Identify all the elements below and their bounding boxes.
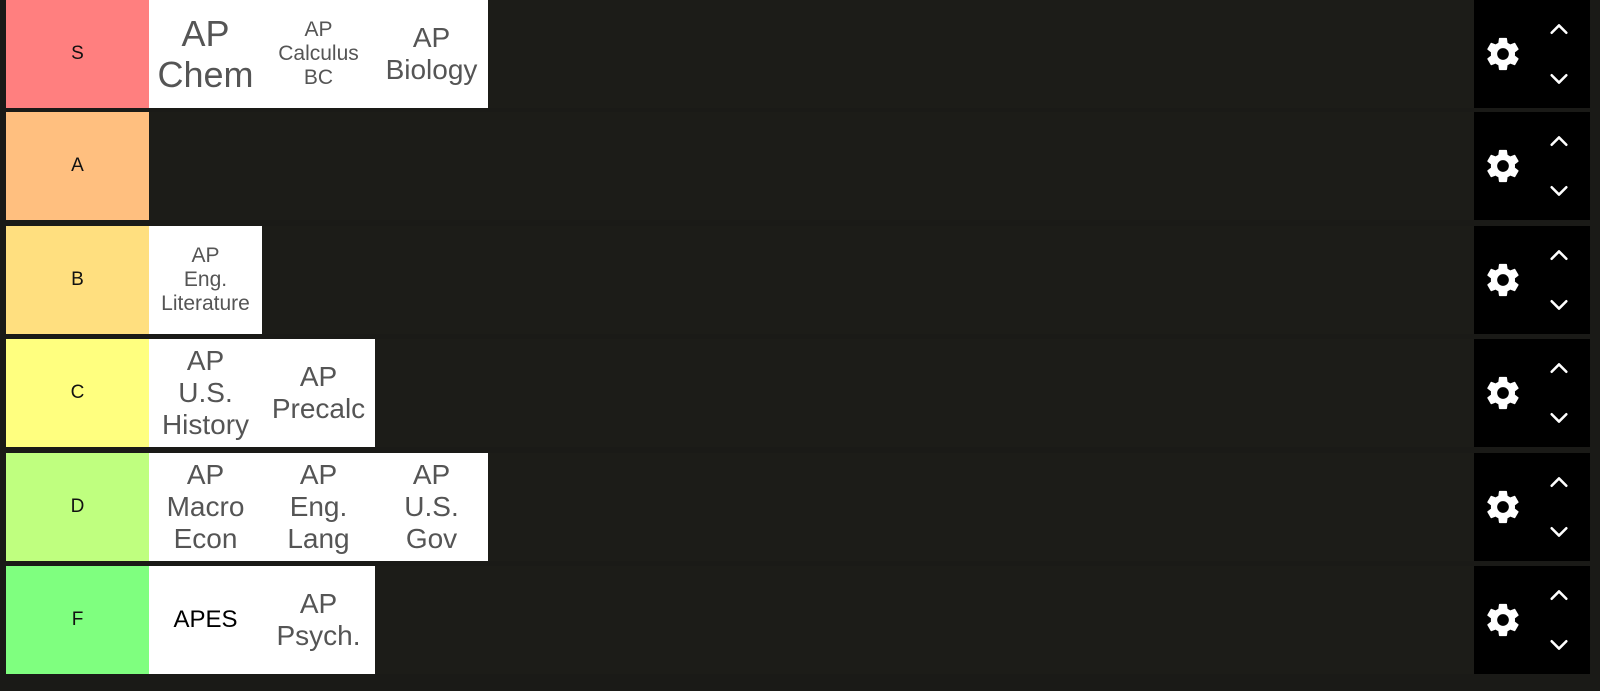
tier-drop-zone[interactable]: AP Chem AP Calculus BC AP Biology xyxy=(149,0,1474,108)
gear-icon[interactable] xyxy=(1482,145,1524,187)
tier-row-d: D AP Macro Econ AP Eng. Lang AP U.S. Gov xyxy=(6,453,1590,561)
gear-icon[interactable] xyxy=(1482,599,1524,641)
chevron-up-icon[interactable] xyxy=(1544,471,1574,495)
chevron-up-icon[interactable] xyxy=(1544,357,1574,381)
tier-item-text: AP Precalc xyxy=(272,361,365,425)
chevron-up-icon[interactable] xyxy=(1544,18,1574,42)
tier-item-card[interactable]: AP Biology xyxy=(375,0,488,108)
chevron-down-icon[interactable] xyxy=(1544,66,1574,90)
tier-drop-zone[interactable]: AP Macro Econ AP Eng. Lang AP U.S. Gov xyxy=(149,453,1474,561)
tier-item-line: AP xyxy=(299,459,338,491)
tier-item-card[interactable]: APES xyxy=(149,566,262,674)
tier-item-card[interactable]: AP Macro Econ xyxy=(149,453,262,561)
tier-row-s: S AP Chem AP Calculus BC AP Biology xyxy=(6,0,1590,108)
tier-item-line: History xyxy=(161,408,250,440)
tier-item-text: AP Psych. xyxy=(276,588,360,652)
tier-item-line: AP xyxy=(299,588,338,620)
tier-drop-zone[interactable]: AP U.S. History AP Precalc xyxy=(149,339,1474,447)
tier-item-line: Eng. xyxy=(289,491,348,523)
move-tier-arrows xyxy=(1544,357,1574,429)
tier-list-board: S AP Chem AP Calculus BC AP Biology A B AP Eng. Lite… xyxy=(0,0,1600,691)
tier-item-text: AP Chem xyxy=(157,13,253,95)
tier-controls xyxy=(1474,453,1590,561)
tier-item-line: Eng. xyxy=(183,268,228,292)
tier-item-text: AP U.S. Gov xyxy=(404,459,458,555)
tier-item-line: Psych. xyxy=(276,620,361,651)
chevron-down-icon[interactable] xyxy=(1544,519,1574,543)
move-tier-arrows xyxy=(1544,244,1574,316)
tier-item-line: Lang xyxy=(287,522,350,554)
gear-icon[interactable] xyxy=(1482,33,1524,75)
tier-item-card[interactable]: AP Psych. xyxy=(262,566,375,674)
move-tier-arrows xyxy=(1544,471,1574,543)
tier-item-line: AP xyxy=(412,22,451,54)
tier-item-line: Econ xyxy=(173,522,238,554)
tier-item-card[interactable]: AP U.S. History xyxy=(149,339,262,447)
tier-drop-zone[interactable] xyxy=(149,112,1474,220)
tier-label-c[interactable]: C xyxy=(6,339,149,447)
tier-drop-zone[interactable]: AP Eng. Literature xyxy=(149,226,1474,334)
tier-label-a[interactable]: A xyxy=(6,112,149,220)
tier-item-text: AP Biology xyxy=(386,22,478,86)
right-edge-strip xyxy=(1590,0,1600,691)
tier-controls xyxy=(1474,226,1590,334)
chevron-up-icon[interactable] xyxy=(1544,244,1574,268)
tier-item-line: U.S. xyxy=(404,491,459,523)
tier-label-b[interactable]: B xyxy=(6,226,149,334)
move-tier-arrows xyxy=(1544,584,1574,656)
tier-item-line: Chem xyxy=(157,54,254,95)
tier-item-line: AP xyxy=(412,459,451,491)
chevron-up-icon[interactable] xyxy=(1544,130,1574,154)
tier-item-line: Macro xyxy=(166,491,245,523)
tier-item-line: APES xyxy=(173,606,238,634)
tier-item-card[interactable]: AP Eng. Lang xyxy=(262,453,375,561)
tier-item-text: AP Eng. Literature xyxy=(161,244,250,316)
tier-item-card[interactable]: AP Chem xyxy=(149,0,262,108)
tier-item-card[interactable]: AP Calculus BC xyxy=(262,0,375,108)
tier-item-line: Precalc xyxy=(271,393,366,424)
tier-item-line: U.S. xyxy=(178,377,233,409)
gear-icon[interactable] xyxy=(1482,372,1524,414)
move-tier-arrows xyxy=(1544,130,1574,202)
tier-item-line: Calculus xyxy=(278,42,359,66)
chevron-up-icon[interactable] xyxy=(1544,584,1574,608)
tier-label-d[interactable]: D xyxy=(6,453,149,561)
tier-item-line: AP xyxy=(186,345,225,377)
tier-item-line: AP xyxy=(181,12,230,54)
tier-item-line: AP xyxy=(304,18,333,42)
chevron-down-icon[interactable] xyxy=(1544,405,1574,429)
gear-icon[interactable] xyxy=(1482,486,1524,528)
tier-row-a: A xyxy=(6,112,1590,220)
tier-row-c: C AP U.S. History AP Precalc xyxy=(6,339,1590,447)
tier-label-s[interactable]: S xyxy=(6,0,149,108)
tier-item-line: BC xyxy=(303,65,334,89)
tier-item-line: AP xyxy=(186,459,225,491)
tier-item-card[interactable]: AP Eng. Literature xyxy=(149,226,262,334)
move-tier-arrows xyxy=(1544,18,1574,90)
tier-item-line: Gov xyxy=(405,522,458,554)
tier-label-f[interactable]: F xyxy=(6,566,149,674)
tier-item-text: AP Eng. Lang xyxy=(287,459,349,555)
tier-item-text: AP Macro Econ xyxy=(167,459,245,555)
tier-item-card[interactable]: AP U.S. Gov xyxy=(375,453,488,561)
tier-item-line: AP xyxy=(191,244,220,268)
tier-controls xyxy=(1474,339,1590,447)
tier-row-b: B AP Eng. Literature xyxy=(6,226,1590,334)
tier-controls xyxy=(1474,566,1590,674)
tier-controls xyxy=(1474,0,1590,108)
tier-item-text: AP Calculus BC xyxy=(278,18,359,90)
chevron-down-icon[interactable] xyxy=(1544,178,1574,202)
chevron-down-icon[interactable] xyxy=(1544,632,1574,656)
tier-item-text: APES xyxy=(173,606,237,633)
tier-row-f: F APES AP Psych. xyxy=(6,566,1590,674)
tier-item-card[interactable]: AP Precalc xyxy=(262,339,375,447)
gear-icon[interactable] xyxy=(1482,259,1524,301)
tier-item-text: AP U.S. History xyxy=(162,345,249,441)
tier-item-line: AP xyxy=(299,361,338,393)
tier-item-line: Literature xyxy=(161,291,250,315)
chevron-down-icon[interactable] xyxy=(1544,292,1574,316)
tier-controls xyxy=(1474,112,1590,220)
tier-item-line: Biology xyxy=(385,54,478,85)
tier-drop-zone[interactable]: APES AP Psych. xyxy=(149,566,1474,674)
